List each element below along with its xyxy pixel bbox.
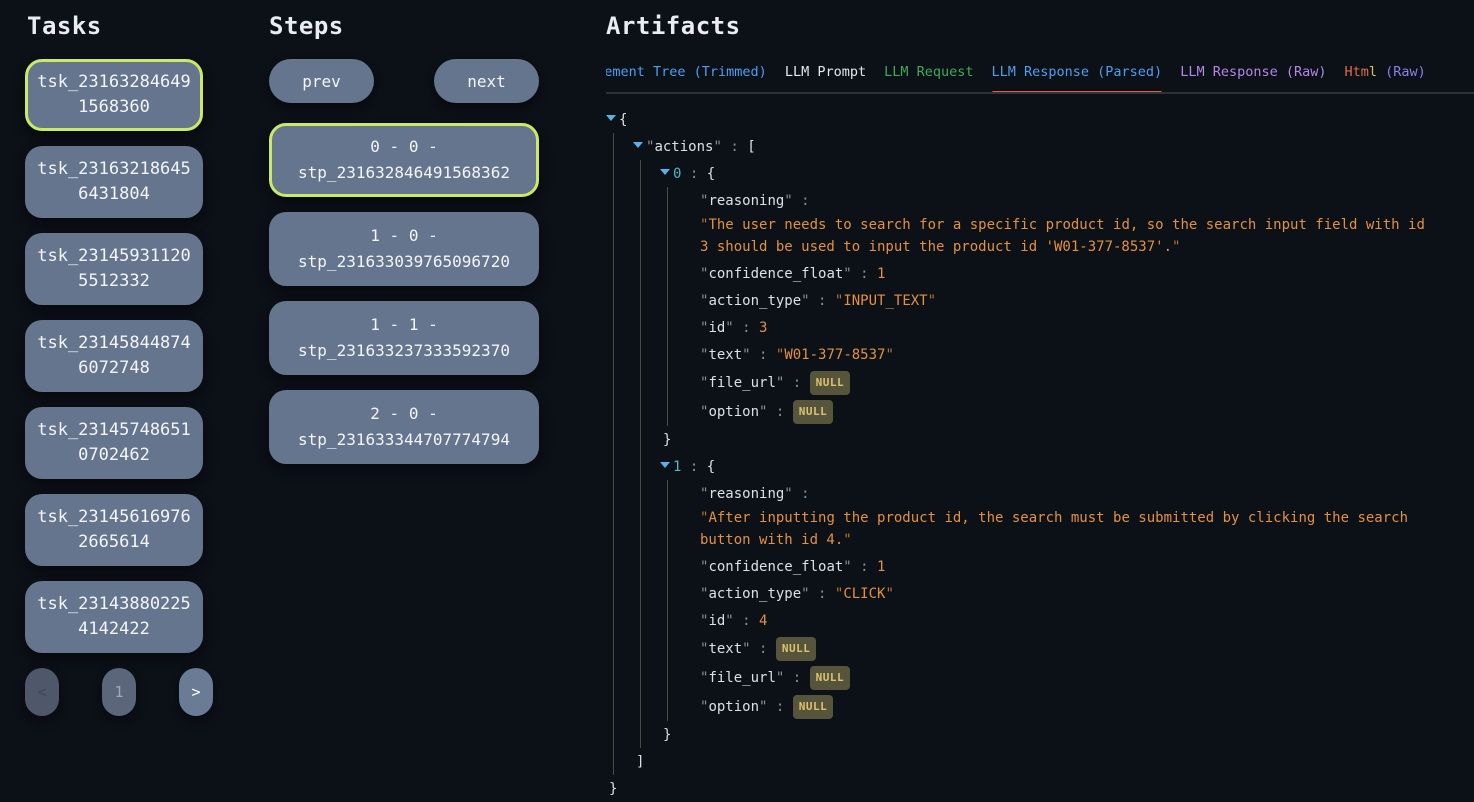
json-node: {"actions" : [0 : {"reasoning" : "The us… (619, 106, 1474, 802)
tab-llm-response-raw[interactable]: LLM Response (Raw) (1180, 64, 1326, 92)
json-node: "actions" : [0 : {"reasoning" : "The use… (646, 133, 1474, 775)
tab-llm-request[interactable]: LLM Request (884, 64, 973, 92)
json-line: "confidence_float" : 1 (700, 260, 1474, 287)
json-line: 0 : { (673, 160, 1474, 187)
tab-html-raw[interactable]: Html (Raw) (1345, 64, 1426, 92)
task-button[interactable]: tsk_231632186456431804 (25, 146, 203, 218)
next-step-button[interactable]: next (434, 59, 539, 103)
json-string-value: "After inputting the product id, the sea… (700, 504, 1431, 553)
task-button[interactable]: tsk_231457486510702462 (25, 407, 203, 479)
json-line: } (663, 721, 1474, 748)
task-button[interactable]: tsk_231456169762665614 (25, 494, 203, 566)
step-button[interactable]: 0 - 0 - stp_231632846491568362 (269, 123, 539, 197)
json-line: 1 : { (673, 453, 1474, 480)
steps-title: Steps (269, 12, 539, 40)
task-button[interactable]: tsk_231458448746072748 (25, 320, 203, 392)
collapse-arrow-icon[interactable] (660, 462, 670, 468)
step-button[interactable]: 1 - 0 - stp_231633039765096720 (269, 212, 539, 286)
json-line: } (609, 775, 1474, 802)
json-line: "action_type" : "INPUT_TEXT" (700, 287, 1474, 314)
pagination-page-button[interactable]: 1 (102, 668, 136, 716)
collapse-arrow-icon[interactable] (606, 115, 616, 121)
pagination-prev-button[interactable]: < (25, 668, 59, 716)
tab-llm-response-parsed[interactable]: LLM Response (Parsed) (992, 64, 1163, 92)
json-children: 0 : {"reasoning" : "The user needs to se… (640, 160, 1474, 748)
json-line: } (663, 426, 1474, 453)
json-line: "option" : NULL (700, 397, 1474, 426)
json-line: "text" : "W01-377-8537" (700, 341, 1474, 368)
collapse-arrow-icon[interactable] (633, 142, 643, 148)
json-line: "actions" : [ (646, 133, 1474, 160)
artifact-tabs: Element Tree (Trimmed) LLM Prompt LLM Requ… (606, 64, 1474, 94)
json-string-value: "The user needs to search for a specific… (700, 211, 1431, 260)
json-node: 0 : {"reasoning" : "The user needs to se… (673, 160, 1474, 453)
json-line: ] (636, 748, 1474, 775)
json-line: "text" : NULL (700, 634, 1474, 663)
steps-list: 0 - 0 - stp_231632846491568362 1 - 0 - st… (269, 123, 539, 464)
tasks-panel: Tasks tsk_231632846491568360 tsk_23163218… (25, 0, 213, 716)
json-line: "option" : NULL (700, 692, 1474, 721)
json-children: "reasoning" : "The user needs to search … (667, 187, 1474, 426)
json-line: "file_url" : NULL (700, 368, 1474, 397)
steps-nav: prev next (269, 59, 539, 103)
null-badge: NULL (793, 400, 834, 424)
artifacts-title: Artifacts (606, 12, 1474, 40)
task-button[interactable]: tsk_231438802254142422 (25, 581, 203, 653)
json-line: "file_url" : NULL (700, 663, 1474, 692)
json-line: "id" : 4 (700, 607, 1474, 634)
json-node: 1 : {"reasoning" : "After inputting the … (673, 453, 1474, 748)
json-line: "reasoning" : (700, 480, 1474, 507)
json-line: "reasoning" : (700, 187, 1474, 214)
json-children: "reasoning" : "After inputting the produ… (667, 480, 1474, 721)
json-line: { (619, 106, 1474, 133)
step-button[interactable]: 1 - 1 - stp_231633237333592370 (269, 301, 539, 375)
collapse-arrow-icon[interactable] (660, 169, 670, 175)
steps-panel: Steps prev next 0 - 0 - stp_231632846491… (269, 0, 539, 479)
json-tree-viewer: {"actions" : [0 : {"reasoning" : "The us… (606, 106, 1474, 802)
task-button[interactable]: tsk_231459311205512332 (25, 233, 203, 305)
step-button[interactable]: 2 - 0 - stp_231633344707774794 (269, 390, 539, 464)
json-line: "id" : 3 (700, 314, 1474, 341)
prev-step-button[interactable]: prev (269, 59, 374, 103)
app-root: Tasks tsk_231632846491568360 tsk_23163218… (0, 0, 1474, 800)
null-badge: NULL (810, 371, 851, 395)
tasks-pagination: < 1 > (25, 668, 213, 716)
tasks-title: Tasks (27, 12, 213, 40)
json-line: "confidence_float" : 1 (700, 553, 1474, 580)
task-button[interactable]: tsk_231632846491568360 (25, 59, 203, 131)
artifacts-panel: Artifacts Element Tree (Trimmed) LLM Prom… (606, 0, 1474, 800)
null-badge: NULL (810, 666, 851, 690)
tab-element-tree-trimmed[interactable]: Element Tree (Trimmed) (606, 64, 767, 92)
tasks-list: tsk_231632846491568360 tsk_23163218645643… (25, 59, 213, 653)
null-badge: NULL (793, 695, 834, 719)
null-badge: NULL (776, 637, 817, 661)
tab-llm-prompt[interactable]: LLM Prompt (785, 64, 866, 92)
json-children: "actions" : [0 : {"reasoning" : "The use… (613, 133, 1474, 775)
json-line: "action_type" : "CLICK" (700, 580, 1474, 607)
pagination-next-button[interactable]: > (179, 668, 213, 716)
